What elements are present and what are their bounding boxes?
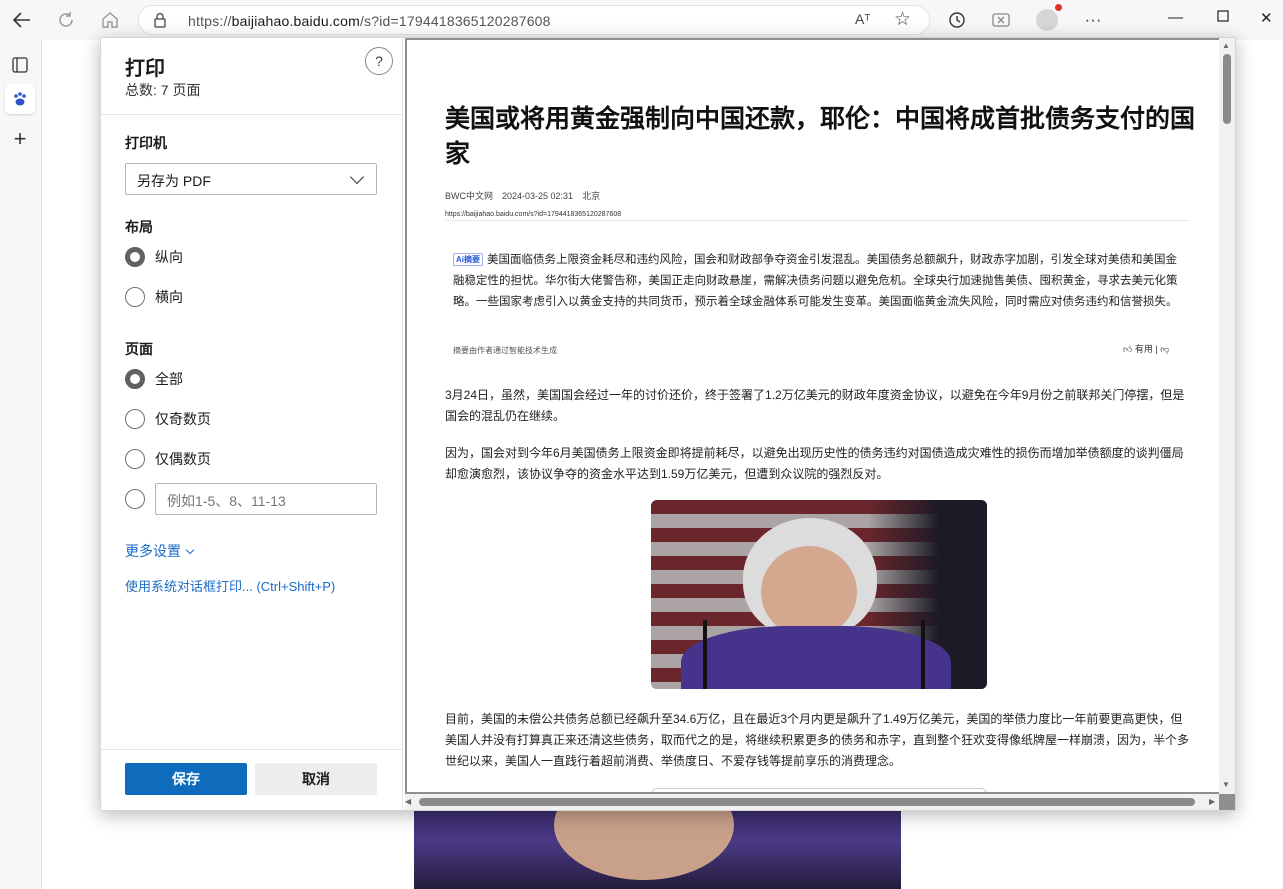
article-source: BWC中文网 (445, 191, 493, 201)
scroll-left-icon[interactable]: ◀ (405, 797, 411, 806)
scrollbar-thumb[interactable] (419, 798, 1195, 806)
useful-feedback: 👍︎ 有用 | 👎︎ (1123, 344, 1170, 354)
next-image-edge (651, 788, 987, 792)
add-icon[interactable]: + (5, 124, 35, 154)
vertical-scrollbar[interactable]: ▲ ▼ (1219, 38, 1235, 794)
pages-range-input[interactable]: 例如1-5、8、11-13 (155, 483, 377, 515)
article-paragraph: 目前，美国的未偿公共债务总额已经飙升至34.6万亿，且在最近3个月内更是飙升了1… (445, 712, 1190, 768)
article-location: 北京 (582, 191, 601, 201)
home-icon[interactable] (98, 8, 122, 32)
pages-label: 页面 (125, 341, 153, 357)
radio-selected[interactable] (125, 369, 145, 389)
scroll-up-icon[interactable]: ▲ (1222, 41, 1230, 50)
ai-summary: Ai摘要 美国面临债务上限资金耗尽和违约风险，国会和财政部争夺资金引发混乱。美国债… (453, 250, 1188, 313)
printer-label: 打印机 (125, 135, 167, 151)
ai-badge: Ai摘要 (453, 253, 483, 266)
back-arrow-icon[interactable] (10, 8, 34, 32)
lock-icon[interactable] (153, 12, 167, 33)
tab-actions-icon[interactable] (5, 50, 35, 80)
pages-even-option[interactable]: 仅偶数页 (125, 448, 211, 470)
divider (101, 749, 402, 750)
scroll-down-icon[interactable]: ▼ (1222, 780, 1230, 789)
print-preview[interactable]: 美国或将用黄金强制向中国还款，耶伦：中国将成首批债务支付的国家 BWC中文网 20… (405, 38, 1235, 810)
ai-summary-text: 美国面临债务上限资金耗尽和违约风险，国会和财政部争夺资金引发混乱。美国债务总额飙… (453, 254, 1178, 308)
radio[interactable] (125, 409, 145, 429)
article-paragraph: 3月24日，虽然，美国国会经过一年的讨价还价，终于签署了1.2万亿美元的财政年度… (445, 388, 1185, 423)
article-meta: BWC中文网 2024-03-25 02:31 北京 (445, 189, 609, 202)
radio-selected[interactable] (125, 247, 145, 267)
minimize-icon[interactable]: — (1168, 9, 1183, 26)
article-paragraph: 因为，国会对到今年6月美国债务上限资金即将提前耗尽，以避免出现历史性的债务违约对… (445, 446, 1184, 481)
address-bar[interactable]: https://baijiahao.baidu.com/s?id=1794418… (138, 5, 930, 35)
more-settings-link[interactable]: 更多设置 (125, 541, 195, 561)
cancel-button[interactable]: 取消 (255, 763, 377, 795)
divider (445, 220, 1190, 221)
layout-portrait-option[interactable]: 纵向 (125, 246, 183, 268)
printer-select[interactable]: 另存为 PDF (125, 163, 377, 195)
print-dialog: 打印 总数: 7 页面 ? 打印机 另存为 PDF 布局 纵向 横向 页面 全部… (100, 37, 1236, 811)
chevron-down-icon (349, 169, 365, 185)
refresh-icon[interactable] (54, 8, 78, 32)
pages-all-option[interactable]: 全部 (125, 368, 183, 390)
ai-summary-note: 摘要由作者通过智能技术生成 (453, 346, 557, 355)
radio[interactable] (125, 449, 145, 469)
url-text: https://baijiahao.baidu.com/s?id=1794418… (188, 13, 551, 29)
pages-odd-option[interactable]: 仅奇数页 (125, 408, 211, 430)
help-icon[interactable]: ? (365, 47, 393, 75)
favorite-star-icon[interactable]: ☆ (894, 8, 911, 31)
save-button[interactable]: 保存 (125, 763, 247, 795)
profile-avatar-icon[interactable] (1035, 4, 1062, 32)
sidebar-rail: + (0, 40, 42, 889)
print-title: 打印 (125, 58, 165, 80)
thumbs-down-icon: 👎︎ (1160, 344, 1170, 354)
thumbs-up-icon: 👍︎ (1123, 344, 1133, 354)
article-photo (651, 500, 987, 689)
article-url: https://baijiahao.baidu.com/s?id=1794418… (445, 211, 622, 218)
layout-label: 布局 (125, 219, 153, 235)
radio[interactable] (125, 287, 145, 307)
radio[interactable] (125, 489, 145, 509)
layout-landscape-option[interactable]: 横向 (125, 286, 183, 308)
article-date: 2024-03-25 02:31 (502, 191, 574, 201)
chevron-down-icon (185, 545, 195, 555)
article-photo-behind (414, 810, 901, 889)
history-icon[interactable] (945, 8, 969, 32)
horizontal-scrollbar[interactable]: ◀ ▶ (405, 794, 1219, 810)
printer-value: 另存为 PDF (137, 173, 211, 189)
scrollbar-thumb[interactable] (1223, 54, 1231, 124)
article-title: 美国或将用黄金强制向中国还款，耶伦：中国将成首批债务支付的国家 (445, 105, 1196, 168)
extensions-icon[interactable] (989, 8, 1013, 32)
pages-custom-option[interactable] (125, 488, 145, 510)
system-dialog-link[interactable]: 使用系统对话框打印... (Ctrl+Shift+P) (125, 576, 335, 595)
maximize-icon[interactable] (1217, 9, 1229, 26)
more-options-icon[interactable]: ··· (1081, 8, 1105, 32)
total-pages: 总数: 7 页面 (125, 82, 201, 98)
divider (101, 114, 402, 115)
browser-toolbar: https://baijiahao.baidu.com/s?id=1794418… (0, 0, 1283, 40)
baidu-paw-icon[interactable] (5, 84, 35, 114)
read-aloud-icon[interactable]: Aᵀ (855, 11, 870, 27)
preview-page: 美国或将用黄金强制向中国还款，耶伦：中国将成首批债务支付的国家 BWC中文网 20… (407, 40, 1221, 792)
print-settings-panel: 打印 总数: 7 页面 ? 打印机 另存为 PDF 布局 纵向 横向 页面 全部… (101, 38, 403, 810)
scroll-right-icon[interactable]: ▶ (1209, 797, 1215, 806)
close-window-icon[interactable]: ✕ (1260, 9, 1273, 27)
